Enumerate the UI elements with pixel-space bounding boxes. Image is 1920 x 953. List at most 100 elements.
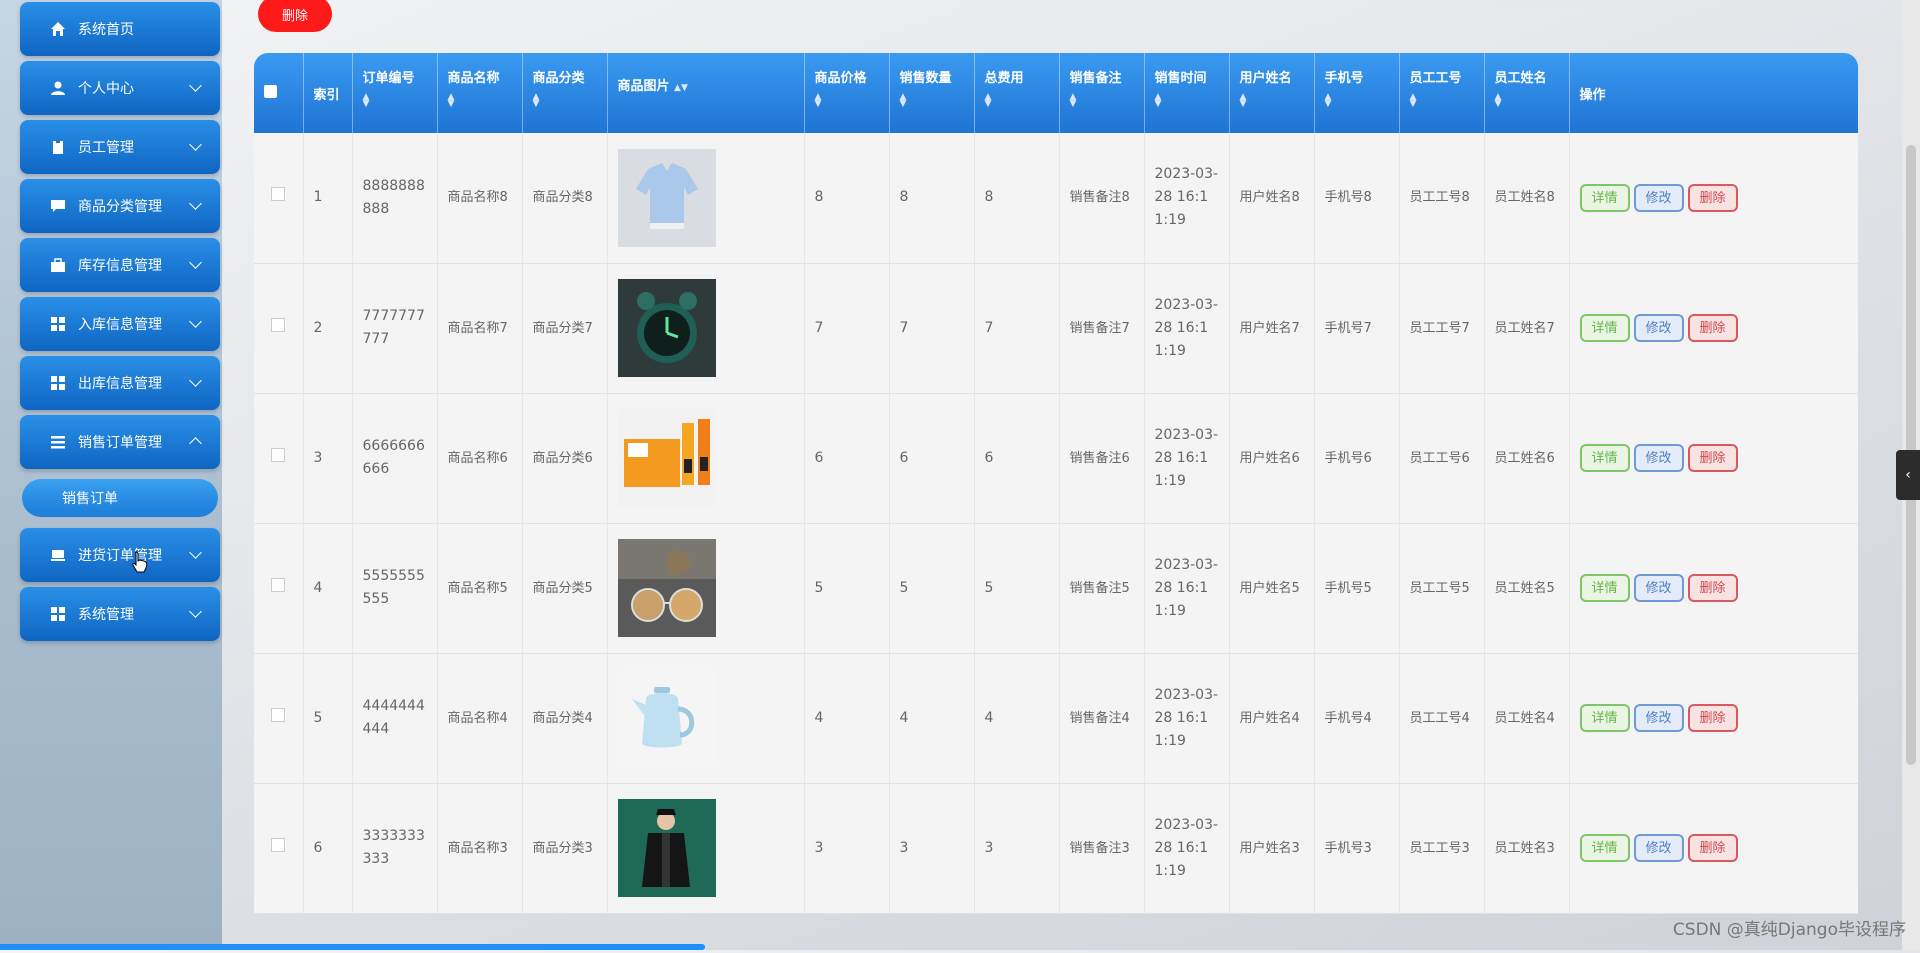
cell-user: 用户姓名3 <box>1229 783 1315 914</box>
column-header[interactable]: 订单编号 ▲ ▼ <box>352 53 438 133</box>
cell-total: 4 <box>974 653 1060 784</box>
sort-icon[interactable]: ▲▼ <box>985 93 1049 109</box>
row-select-cell[interactable] <box>254 393 304 524</box>
edit-button[interactable]: 修改 <box>1633 574 1684 602</box>
edit-button[interactable]: 修改 <box>1633 444 1684 472</box>
sort-icon[interactable]: ▲▼ <box>1240 93 1304 109</box>
table-row: 2 7777777777 商品名称7 商品分类7 7 7 7 销售备注7 2023-03-28 … <box>254 263 1858 394</box>
cell-emp-name: 员工姓名5 <box>1484 523 1570 654</box>
sort-icon[interactable]: ▲▼ <box>363 93 427 109</box>
sort-icon[interactable]: ▲▼ <box>1070 93 1134 109</box>
column-header[interactable]: 手机号 ▲ ▼ <box>1314 53 1400 133</box>
select-all-checkbox[interactable] <box>264 84 277 98</box>
sort-icon[interactable]: ▲▼ <box>1325 93 1389 109</box>
delete-button[interactable]: 删除 <box>1687 444 1738 472</box>
horizontal-scrollbar[interactable] <box>0 944 705 950</box>
cell-actions: 详情 修改 删除 <box>1569 653 1858 784</box>
column-header[interactable]: 员工工号 ▲ ▼ <box>1399 53 1485 133</box>
row-checkbox[interactable] <box>271 187 286 202</box>
cell-actions: 详情 修改 删除 <box>1569 133 1858 264</box>
column-header[interactable]: 商品图片 ▲▼ <box>607 53 805 133</box>
select-all-header[interactable] <box>254 53 304 133</box>
delete-button[interactable]: 删除 <box>1687 834 1738 862</box>
column-header[interactable]: 员工姓名 ▲ ▼ <box>1484 53 1570 133</box>
row-checkbox[interactable] <box>271 577 286 592</box>
delete-button[interactable]: 删除 <box>1687 314 1738 342</box>
nav-item-system[interactable]: 系统管理 <box>20 587 220 641</box>
cell-user: 用户姓名7 <box>1229 263 1315 394</box>
row-checkbox[interactable] <box>271 837 286 852</box>
collapse-panel-button[interactable]: ‹ <box>1896 450 1920 500</box>
delete-button[interactable]: 删除 <box>1687 574 1738 602</box>
sales-order-table: 索引 订单编号 ▲ ▼ 商品名称 ▲ ▼ 商品分类 ▲ ▼ 商品图片 ▲▼ 商品价格 ▲ ▼ 销… <box>254 53 1858 953</box>
cell-emp-no: 员工工号7 <box>1399 263 1485 394</box>
column-header[interactable]: 商品分类 ▲ ▼ <box>522 53 608 133</box>
cell-product-image <box>607 523 805 654</box>
view-button[interactable]: 详情 <box>1579 704 1630 732</box>
delete-button[interactable]: 删除 <box>1687 183 1738 212</box>
column-header: 操作 <box>1569 53 1858 133</box>
row-select-cell[interactable] <box>254 783 304 914</box>
column-header[interactable]: 商品名称 ▲ ▼ <box>437 53 523 133</box>
cell-price: 4 <box>804 653 890 784</box>
sort-icon[interactable]: ▲▼ <box>1155 93 1219 109</box>
batch-delete-button[interactable]: 删除 <box>258 0 332 32</box>
nav-item-home[interactable]: 系统首页 <box>20 2 220 56</box>
chevron-down-icon <box>189 315 202 328</box>
nav-item-employee[interactable]: 员工管理 <box>20 120 220 174</box>
cell-actions: 详情 修改 删除 <box>1569 393 1858 524</box>
row-select-cell[interactable] <box>254 133 304 264</box>
sort-icon[interactable]: ▲▼ <box>900 93 964 109</box>
view-button[interactable]: 详情 <box>1579 834 1630 862</box>
cell-emp-name: 员工姓名4 <box>1484 653 1570 784</box>
sub-item-sales-order[interactable]: 销售订单 <box>22 479 218 517</box>
cell-category: 商品分类3 <box>522 783 608 914</box>
sort-icon[interactable]: ▲▼ <box>1410 93 1474 109</box>
column-header[interactable]: 商品价格 ▲ ▼ <box>804 53 890 133</box>
sort-icon[interactable]: ▲▼ <box>448 93 512 109</box>
column-header[interactable]: 销售时间 ▲ ▼ <box>1144 53 1230 133</box>
row-select-cell[interactable] <box>254 523 304 654</box>
nav-item-stock[interactable]: 库存信息管理 <box>20 238 220 292</box>
edit-button[interactable]: 修改 <box>1633 704 1684 732</box>
nav-item-profile[interactable]: 个人中心 <box>20 61 220 115</box>
cell-index: 2 <box>303 263 353 394</box>
nav-item-category[interactable]: 商品分类管理 <box>20 179 220 233</box>
column-header[interactable]: 总费用 ▲ ▼ <box>974 53 1060 133</box>
row-checkbox[interactable] <box>271 447 286 462</box>
row-checkbox[interactable] <box>271 707 286 722</box>
view-button[interactable]: 详情 <box>1579 444 1630 472</box>
column-header-label: 销售时间 <box>1154 71 1207 86</box>
cell-user: 用户姓名5 <box>1229 523 1315 654</box>
view-button[interactable]: 详情 <box>1579 183 1630 212</box>
column-header[interactable]: 用户姓名 ▲ ▼ <box>1229 53 1315 133</box>
row-select-cell[interactable] <box>254 263 304 394</box>
view-button[interactable]: 详情 <box>1579 314 1630 342</box>
edit-button[interactable]: 修改 <box>1633 314 1684 342</box>
cell-phone: 手机号7 <box>1314 263 1400 394</box>
column-header-label: 手机号 <box>1324 71 1364 86</box>
nav-item-purchase-order[interactable]: 进货订单管理 <box>20 528 220 582</box>
row-checkbox[interactable] <box>271 317 286 332</box>
nav-item-inbound[interactable]: 入库信息管理 <box>20 297 220 351</box>
edit-button[interactable]: 修改 <box>1633 183 1684 212</box>
nav-label: 入库信息管理 <box>78 317 162 333</box>
cell-category: 商品分类6 <box>522 393 608 524</box>
row-select-cell[interactable] <box>254 653 304 784</box>
nav-item-outbound[interactable]: 出库信息管理 <box>20 356 220 410</box>
cell-product-name: 商品名称3 <box>437 783 523 914</box>
view-button[interactable]: 详情 <box>1579 574 1630 602</box>
edit-button[interactable]: 修改 <box>1633 834 1684 862</box>
cell-product-name: 商品名称6 <box>437 393 523 524</box>
cell-remark: 销售备注7 <box>1059 263 1145 394</box>
nav-item-sales-order[interactable]: 销售订单管理 <box>20 415 220 469</box>
delete-button[interactable]: 删除 <box>1687 704 1738 732</box>
column-header-label: 订单编号 <box>362 71 415 86</box>
sort-icon[interactable]: ▲▼ <box>815 93 879 109</box>
sort-icon[interactable]: ▲▼ <box>674 83 688 93</box>
column-header[interactable]: 销售备注 ▲ ▼ <box>1059 53 1145 133</box>
sort-icon[interactable]: ▲▼ <box>1495 93 1559 109</box>
column-header-label: 销售数量 <box>899 71 952 86</box>
column-header[interactable]: 销售数量 ▲ ▼ <box>889 53 975 133</box>
sort-icon[interactable]: ▲▼ <box>533 93 597 109</box>
